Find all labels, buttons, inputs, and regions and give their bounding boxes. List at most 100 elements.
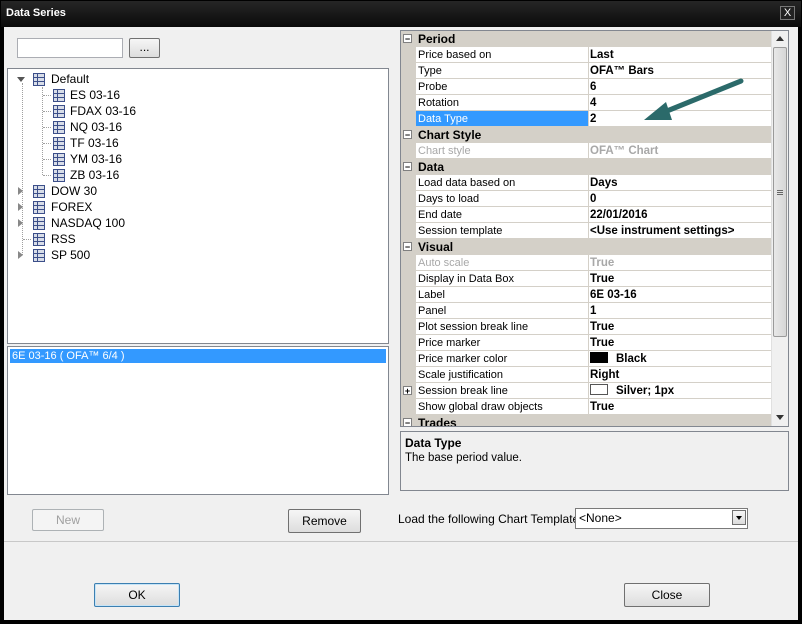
tree-node-label: NQ 03-16 [70,120,123,134]
tree-node-rss[interactable]: RSS [8,231,308,247]
tree-node-label: RSS [51,232,76,246]
tree-node-forex[interactable]: FOREX [8,199,308,215]
chevron-down-icon [736,516,742,520]
property-value[interactable]: Silver; 1px [586,383,775,399]
tree-node-child[interactable]: NQ 03-16 [8,119,308,135]
instrument-lookup-button[interactable]: ... [129,38,160,58]
color-value: Black [616,353,647,365]
property-row[interactable]: Panel 1 [401,303,775,319]
property-name: Data Type [416,111,589,127]
property-description: Data Type The base period value. [400,431,789,491]
property-row[interactable]: Price marker True [401,335,775,351]
property-value[interactable]: Last [586,47,775,63]
row-gutter [401,143,416,159]
category-trades[interactable]: − Trades [401,415,771,426]
property-row[interactable]: Show global draw objects True [401,399,775,415]
chart-template-select[interactable]: <None> [575,508,748,529]
ok-button[interactable]: OK [94,583,180,607]
database-icon [53,137,65,150]
instrument-search-input[interactable] [17,38,123,58]
expand-icon[interactable]: + [403,386,412,396]
property-row[interactable]: Load data based on Days [401,175,775,191]
instrument-tree: Default ES 03-16 FDAX 03-16 NQ 03-16 TF [7,68,389,344]
window-close-button[interactable]: X [780,6,795,20]
category-chart-style[interactable]: − Chart Style [401,127,771,143]
scroll-up-icon[interactable] [776,36,784,41]
tree-node-label: Default [51,72,90,86]
property-row[interactable]: Price based on Last [401,47,775,63]
category-period[interactable]: − Period [401,31,771,47]
property-name: Session template [416,223,589,239]
property-value[interactable]: Black [586,351,775,367]
series-list-item[interactable]: 6E 03-16 ( OFA™ 6/4 ) [10,349,386,363]
property-name: End date [416,207,589,223]
tree-node-child[interactable]: ZB 03-16 [8,167,308,183]
collapse-icon[interactable]: − [403,242,412,252]
property-row[interactable]: Display in Data Box True [401,271,775,287]
tree-node-child[interactable]: FDAX 03-16 [8,103,308,119]
tree-node-child[interactable]: ES 03-16 [8,87,308,103]
collapse-icon[interactable]: − [403,130,412,140]
property-value[interactable]: 1 [586,303,775,319]
property-value[interactable]: Days [586,175,775,191]
property-row[interactable]: Plot session break line True [401,319,775,335]
close-button[interactable]: Close [624,583,710,607]
property-value[interactable]: <Use instrument settings> [586,223,775,239]
property-value[interactable]: True [586,335,775,351]
category-visual[interactable]: − Visual [401,239,771,255]
scrollbar-thumb[interactable] [773,47,787,337]
tree-node-nasdaq-100[interactable]: NASDAQ 100 [8,215,308,231]
tree-node-label: FDAX 03-16 [70,104,137,118]
property-name: Price marker color [416,351,589,367]
category-data[interactable]: − Data [401,159,771,175]
property-row[interactable]: Chart style OFA™ Chart [401,143,775,159]
property-grid-scrollbar[interactable] [771,31,788,426]
tree-line [43,159,51,160]
collapse-icon[interactable]: − [403,34,412,44]
expand-icon[interactable] [18,187,23,195]
tree-node-label: SP 500 [51,248,91,262]
property-row[interactable]: + Session break line Silver; 1px [401,383,775,399]
property-row[interactable]: Days to load 0 [401,191,775,207]
property-row[interactable]: End date 22/01/2016 [401,207,775,223]
row-gutter [401,191,416,207]
new-button[interactable]: New [32,509,104,531]
collapse-icon[interactable]: − [403,418,412,426]
database-icon [33,233,45,246]
tree-node-default[interactable]: Default [8,71,308,87]
scroll-down-icon[interactable] [776,415,784,420]
property-row[interactable]: Scale justification Right [401,367,775,383]
tree-node-sp-500[interactable]: SP 500 [8,247,308,263]
title-bar[interactable]: Data Series X [1,1,801,27]
expand-icon[interactable] [18,219,23,227]
color-swatch [590,384,608,395]
property-value[interactable]: True [586,399,775,415]
property-name: Rotation [416,95,589,111]
property-row[interactable]: Auto scale True [401,255,775,271]
tree-node-label: TF 03-16 [70,136,119,150]
property-row[interactable]: Label 6E 03-16 [401,287,775,303]
database-icon [53,169,65,182]
property-row[interactable]: Session template <Use instrument settings… [401,223,775,239]
dropdown-button[interactable] [732,510,746,525]
property-value[interactable]: True [586,271,775,287]
property-value[interactable]: 6E 03-16 [586,287,775,303]
property-value: True [586,255,775,271]
tree-node-label: ES 03-16 [70,88,121,102]
tree-node-label: NASDAQ 100 [51,216,126,230]
property-name: Price marker [416,335,589,351]
property-value[interactable]: 0 [586,191,775,207]
tree-node-child[interactable]: TF 03-16 [8,135,308,151]
property-value[interactable]: Right [586,367,775,383]
expand-icon[interactable] [18,251,23,259]
property-row[interactable]: Price marker color Black [401,351,775,367]
property-value[interactable]: 22/01/2016 [586,207,775,223]
window-title: Data Series [6,7,66,19]
collapse-icon[interactable] [17,77,25,82]
tree-node-dow-30[interactable]: DOW 30 [8,183,308,199]
property-value[interactable]: True [586,319,775,335]
tree-node-child[interactable]: YM 03-16 [8,151,308,167]
expand-icon[interactable] [18,203,23,211]
remove-button[interactable]: Remove [288,509,361,533]
collapse-icon[interactable]: − [403,162,412,172]
